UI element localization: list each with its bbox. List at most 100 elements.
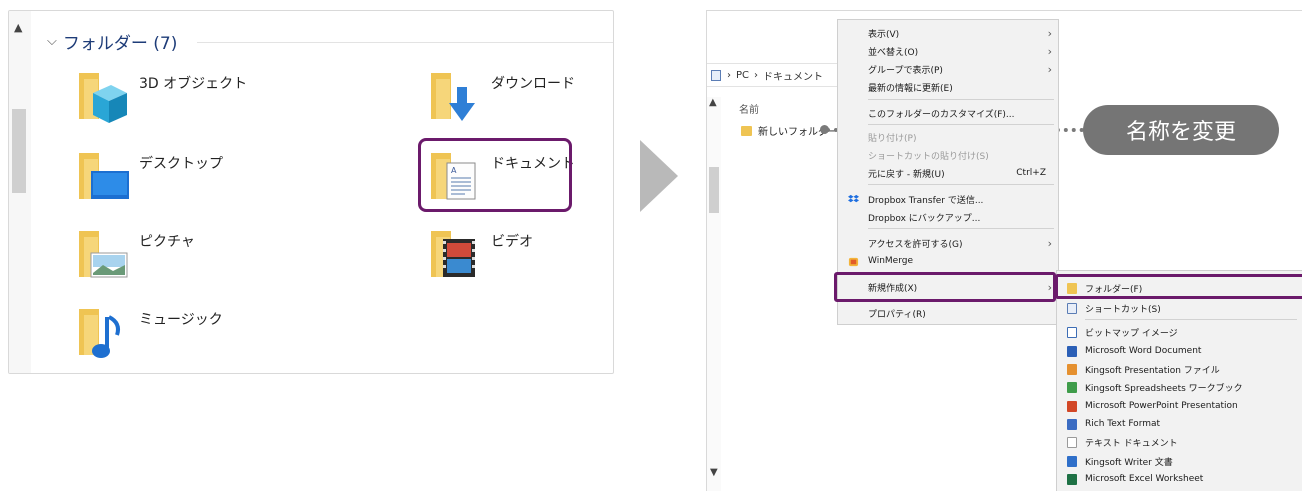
menu-item-group-by[interactable]: グループで表示(P) › bbox=[838, 60, 1060, 78]
menu-item-label: グループで表示(P) bbox=[868, 65, 943, 76]
scrollbar[interactable]: ▲ ▼ bbox=[707, 97, 721, 491]
breadcrumb[interactable]: › PC › ドキュメント bbox=[707, 63, 847, 87]
submenu-item-excel[interactable]: Microsoft Excel Worksheet bbox=[1057, 470, 1302, 488]
group-divider bbox=[197, 42, 613, 43]
3d-objects-icon bbox=[75, 71, 129, 123]
submenu-item-label: Kingsoft Presentation ファイル bbox=[1085, 365, 1220, 376]
menu-separator bbox=[868, 184, 1054, 185]
music-icon bbox=[75, 307, 129, 359]
menu-item-label: アクセスを許可する(G) bbox=[868, 239, 963, 250]
menu-item-label: 表示(V) bbox=[868, 29, 900, 40]
menu-item-give-access[interactable]: アクセスを許可する(G) › bbox=[838, 234, 1060, 252]
menu-item-dropbox-backup[interactable]: Dropbox にバックアップ... bbox=[838, 208, 1060, 226]
submenu-item-bitmap[interactable]: ビットマップ イメージ bbox=[1057, 323, 1302, 341]
menu-item-undo-new[interactable]: 元に戻す - 新規(U) Ctrl+Z bbox=[838, 164, 1060, 182]
folder-item-desktop[interactable]: デスクトップ bbox=[75, 151, 223, 203]
submenu-item-shortcut[interactable]: ショートカット(S) bbox=[1057, 299, 1302, 317]
menu-item-refresh[interactable]: 最新の情報に更新(E) bbox=[838, 78, 1060, 96]
menu-item-label: WinMerge bbox=[868, 256, 913, 266]
scroll-down-icon[interactable]: ▼ bbox=[710, 467, 718, 478]
winmerge-icon bbox=[848, 257, 859, 266]
folder-item-3d-objects[interactable]: 3D オブジェクト bbox=[75, 71, 247, 123]
submenu-separator bbox=[1085, 319, 1297, 320]
submenu-item-kingsoft-spreadsheets[interactable]: Kingsoft Spreadsheets ワークブック bbox=[1057, 378, 1302, 396]
rtf-icon bbox=[1067, 418, 1077, 430]
submenu-item-label: Kingsoft Spreadsheets ワークブック bbox=[1085, 383, 1243, 394]
word-icon bbox=[1067, 345, 1077, 357]
folder-item-music[interactable]: ミュージック bbox=[75, 307, 223, 359]
menu-item-paste-shortcut[interactable]: ショートカットの貼り付け(S) bbox=[838, 146, 1060, 164]
breadcrumb-pc[interactable]: PC bbox=[736, 70, 749, 81]
new-submenu: フォルダー(F) ショートカット(S) ビットマップ イメージ Microsof… bbox=[1056, 270, 1302, 491]
submenu-item-kingsoft-presentation[interactable]: Kingsoft Presentation ファイル bbox=[1057, 360, 1302, 378]
submenu-item-label: Microsoft PowerPoint Presentation bbox=[1085, 401, 1238, 411]
breadcrumb-separator-icon: › bbox=[727, 69, 731, 81]
submenu-item-powerpoint[interactable]: Microsoft PowerPoint Presentation bbox=[1057, 397, 1302, 415]
submenu-item-text-document[interactable]: テキスト ドキュメント bbox=[1057, 433, 1302, 451]
menu-item-customize-folder[interactable]: このフォルダーのカスタマイズ(F)... bbox=[838, 104, 1060, 122]
menu-item-label: 貼り付け(P) bbox=[868, 133, 917, 144]
menu-item-label: 最新の情報に更新(E) bbox=[868, 83, 953, 94]
column-header-name[interactable]: 名前 bbox=[739, 101, 759, 116]
folder-label: ビデオ bbox=[491, 234, 533, 250]
menu-item-sort[interactable]: 並べ替え(O) › bbox=[838, 42, 1060, 60]
step-arrow-icon bbox=[640, 140, 678, 212]
menu-item-label: ショートカットの貼り付け(S) bbox=[868, 151, 989, 162]
folder-group-header[interactable]: ⌵ フォルダー (7) bbox=[47, 29, 177, 54]
menu-item-label: プロパティ(R) bbox=[868, 309, 926, 320]
menu-item-label: 並べ替え(O) bbox=[868, 47, 919, 58]
menu-item-label: Dropbox Transfer で送信... bbox=[868, 195, 984, 206]
chevron-right-icon: › bbox=[1047, 26, 1052, 40]
menu-item-properties[interactable]: プロパティ(R) bbox=[838, 304, 1060, 322]
submenu-item-rtf[interactable]: Rich Text Format bbox=[1057, 415, 1302, 433]
scroll-up-icon[interactable]: ▲ bbox=[709, 97, 717, 108]
dropbox-icon bbox=[848, 194, 859, 202]
folder-label: デスクトップ bbox=[139, 156, 223, 172]
folder-submenu-highlight bbox=[1055, 274, 1302, 299]
submenu-item-label: ビットマップ イメージ bbox=[1085, 328, 1178, 339]
scroll-up-icon[interactable]: ▲ bbox=[14, 21, 22, 34]
submenu-item-label: Rich Text Format bbox=[1085, 419, 1161, 429]
folder-item-video[interactable]: ビデオ bbox=[427, 229, 533, 281]
menu-item-paste[interactable]: 貼り付け(P) bbox=[838, 128, 1060, 146]
folder-label: 3D オブジェクト bbox=[139, 76, 248, 92]
powerpoint-icon bbox=[1067, 400, 1077, 412]
picture-icon bbox=[75, 229, 129, 281]
kingsoft-spreadsheets-icon bbox=[1067, 381, 1077, 393]
menu-item-view[interactable]: 表示(V) › bbox=[838, 24, 1060, 42]
submenu-item-label: テキスト ドキュメント bbox=[1085, 438, 1178, 449]
chevron-right-icon: › bbox=[1047, 62, 1052, 76]
kingsoft-presentation-icon bbox=[1067, 363, 1077, 375]
folder-label: ピクチャ bbox=[139, 234, 195, 250]
video-icon bbox=[427, 229, 481, 281]
folder-item-pictures[interactable]: ピクチャ bbox=[75, 229, 195, 281]
menu-separator bbox=[868, 228, 1054, 229]
rename-callout: 名称を変更 bbox=[1083, 105, 1279, 155]
chevron-right-icon: › bbox=[1047, 44, 1052, 58]
menu-item-winmerge[interactable]: WinMerge bbox=[838, 252, 1060, 270]
submenu-item-label: Microsoft Word Document bbox=[1085, 346, 1202, 356]
breadcrumb-separator-icon: › bbox=[754, 69, 759, 81]
folder-item-downloads[interactable]: ダウンロード bbox=[427, 71, 575, 123]
menu-item-dropbox-transfer[interactable]: Dropbox Transfer で送信... bbox=[838, 190, 1060, 208]
documents-highlight bbox=[418, 138, 572, 212]
folder-group-title: フォルダー (7) bbox=[62, 34, 178, 54]
folder-label: ミュージック bbox=[139, 312, 223, 328]
submenu-item-word[interactable]: Microsoft Word Document bbox=[1057, 342, 1302, 360]
menu-item-shortcut: Ctrl+Z bbox=[1016, 168, 1046, 178]
callout-leader-dot bbox=[820, 125, 829, 134]
chevron-right-icon: › bbox=[1047, 236, 1052, 250]
new-menu-highlight bbox=[834, 272, 1056, 302]
folder-icon bbox=[741, 125, 752, 136]
kingsoft-writer-icon bbox=[1067, 455, 1077, 467]
scrollbar[interactable]: ▲ bbox=[9, 11, 31, 373]
scrollbar-thumb[interactable] bbox=[709, 167, 719, 213]
shortcut-icon bbox=[1067, 302, 1077, 314]
breadcrumb-documents[interactable]: ドキュメント bbox=[763, 68, 823, 83]
submenu-item-kingsoft-writer[interactable]: Kingsoft Writer 文書 bbox=[1057, 452, 1302, 470]
scrollbar-thumb[interactable] bbox=[12, 109, 26, 193]
submenu-item-label: Kingsoft Writer 文書 bbox=[1085, 457, 1173, 468]
chevron-down-icon[interactable]: ⌵ bbox=[47, 34, 57, 49]
menu-item-label: 元に戻す - 新規(U) bbox=[868, 169, 945, 180]
excel-icon bbox=[1067, 473, 1077, 485]
